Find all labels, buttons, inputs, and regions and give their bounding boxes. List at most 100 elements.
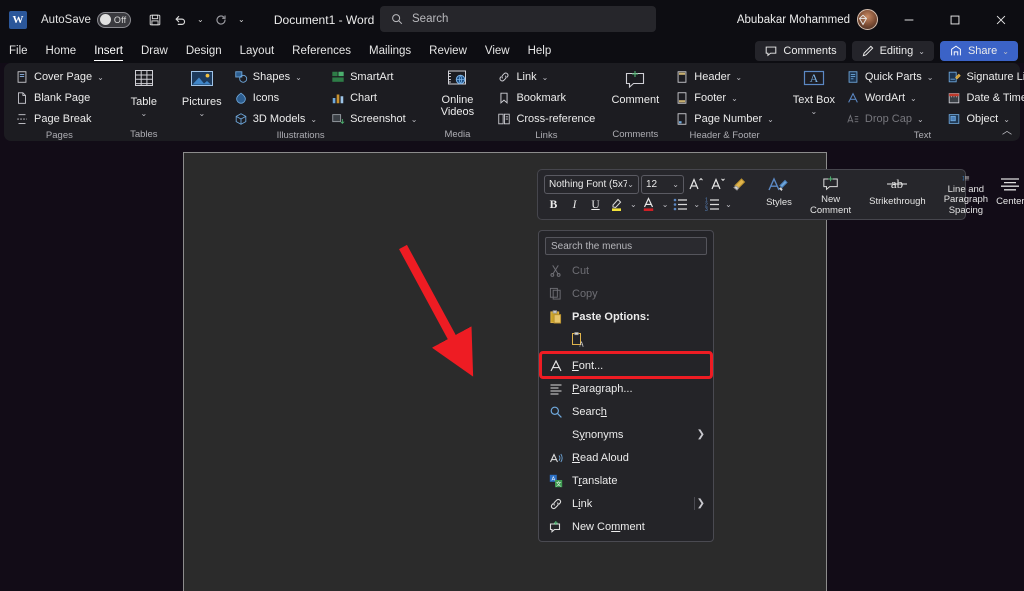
chart-button[interactable]: Chart <box>326 88 422 108</box>
highlight-color-icon[interactable] <box>607 195 628 214</box>
menu-item-read-aloud[interactable]: Read Aloud <box>539 446 713 469</box>
date-time-button[interactable]: Date & Time <box>942 88 1024 108</box>
tab-layout[interactable]: Layout <box>231 39 284 63</box>
chevron-down-icon: ⌄ <box>542 73 549 82</box>
undo-chevron-down-icon[interactable]: ⌄ <box>194 9 207 31</box>
format-painter-icon[interactable] <box>730 175 750 194</box>
font-name-combo[interactable]: Nothing Font (5x7) ⌄ <box>544 175 639 194</box>
header-button[interactable]: Header ⌄ <box>670 67 779 87</box>
menu-item-synonyms[interactable]: Synonyms ❯ <box>539 423 713 446</box>
chevron-down-icon: ⌄ <box>735 73 742 82</box>
page-break-button[interactable]: Page Break <box>10 109 109 129</box>
tab-review[interactable]: Review <box>420 39 476 63</box>
menu-search-input[interactable]: Search the menus <box>545 237 707 255</box>
pictures-button[interactable]: Pictures ⌄ <box>179 67 225 120</box>
tab-help[interactable]: Help <box>519 39 561 63</box>
blank-page-button[interactable]: Blank Page <box>10 88 109 108</box>
strikethrough-label: Strikethrough <box>869 197 926 208</box>
smartart-button[interactable]: SmartArt <box>326 67 422 87</box>
center-align-button[interactable]: Center <box>992 173 1024 216</box>
menu-item-translate[interactable]: A文 Translate <box>539 469 713 492</box>
chevron-down-icon: ⌄ <box>295 73 302 82</box>
redo-icon[interactable] <box>210 9 232 31</box>
tab-insert[interactable]: Insert <box>85 39 132 63</box>
shapes-button[interactable]: Shapes ⌄ <box>229 67 322 87</box>
tab-references[interactable]: References <box>283 39 360 63</box>
minimize-button[interactable] <box>886 0 932 39</box>
document-title[interactable]: Document1 - Word <box>274 13 374 27</box>
tab-mailings[interactable]: Mailings <box>360 39 420 63</box>
drop-cap-label: Drop Cap <box>865 113 912 125</box>
chevron-down-icon[interactable]: ⌄ <box>662 200 669 209</box>
cross-reference-button[interactable]: Cross-reference <box>492 109 600 129</box>
drop-cap-button: Drop Cap ⌄ <box>841 109 939 129</box>
styles-button[interactable]: Styles <box>762 173 796 216</box>
share-icon <box>949 44 963 58</box>
tab-file[interactable]: File <box>0 39 37 63</box>
tab-home[interactable]: Home <box>37 39 86 63</box>
icons-button[interactable]: Icons <box>229 88 322 108</box>
text-box-button[interactable]: A Text Box ⌄ <box>791 67 837 118</box>
customize-qat-icon[interactable]: ⌄ <box>235 9 248 31</box>
menu-item-new-comment[interactable]: New Comment <box>539 515 713 538</box>
tab-view[interactable]: View <box>476 39 519 63</box>
autosave-control[interactable]: AutoSave Off <box>41 12 131 28</box>
menu-item-translate-label: Translate <box>572 475 705 487</box>
wordart-button[interactable]: WordArt ⌄ <box>841 88 939 108</box>
maximize-button[interactable] <box>932 0 978 39</box>
group-name-tables: Tables <box>121 128 167 141</box>
collapse-ribbon-icon[interactable]: ︿ <box>1002 122 1012 137</box>
footer-button[interactable]: Footer ⌄ <box>670 88 779 108</box>
table-button[interactable]: Table ⌄ <box>121 67 167 120</box>
bookmark-button[interactable]: Bookmark <box>492 88 600 108</box>
group-name-illustrations: Illustrations <box>179 129 423 142</box>
chevron-down-icon[interactable]: ⌄ <box>725 200 732 209</box>
comment-button[interactable]: Comment <box>612 67 658 106</box>
group-name-links: Links <box>492 129 600 142</box>
italic-button[interactable]: I <box>565 195 584 214</box>
menu-item-link[interactable]: Link ❯ <box>539 492 713 515</box>
footer-label: Footer <box>694 92 726 104</box>
tab-draw[interactable]: Draw <box>132 39 177 63</box>
chevron-down-icon[interactable]: ⌄ <box>630 200 637 209</box>
diamond-icon[interactable] <box>840 0 886 39</box>
underline-button[interactable]: U <box>586 195 605 214</box>
menu-item-search[interactable]: Search <box>539 400 713 423</box>
shapes-label: Shapes <box>253 71 290 83</box>
font-size-combo[interactable]: 12 ⌄ <box>641 175 684 194</box>
bullets-icon[interactable] <box>670 195 691 214</box>
undo-icon[interactable] <box>169 9 191 31</box>
close-button[interactable] <box>978 0 1024 39</box>
search-box[interactable]: Search <box>380 6 656 32</box>
save-icon[interactable] <box>144 9 166 31</box>
font-color-icon[interactable] <box>639 195 660 214</box>
chevron-down-icon[interactable]: ⌄ <box>693 200 700 209</box>
page-number-button[interactable]: Page Number ⌄ <box>670 109 779 129</box>
3d-models-button[interactable]: 3D Models ⌄ <box>229 109 322 129</box>
numbering-icon[interactable]: 123 <box>702 195 723 214</box>
new-comment-button[interactable]: New Comment <box>806 173 855 216</box>
menu-item-paragraph[interactable]: Paragraph... <box>539 377 713 400</box>
grow-font-icon[interactable] <box>686 175 706 194</box>
copy-icon <box>548 286 563 301</box>
signature-line-button[interactable]: Signature Line ⌄ <box>942 67 1024 87</box>
online-videos-button[interactable]: Online Videos <box>434 67 480 118</box>
menu-item-font[interactable]: Font... <box>539 354 713 377</box>
signature-line-label: Signature Line <box>966 71 1024 83</box>
screenshot-button[interactable]: Screenshot ⌄ <box>326 109 422 129</box>
shrink-font-icon[interactable] <box>708 175 728 194</box>
tab-design[interactable]: Design <box>177 39 231 63</box>
center-label: Center <box>996 197 1024 208</box>
quick-parts-button[interactable]: Quick Parts ⌄ <box>841 67 939 87</box>
cover-page-button[interactable]: Cover Page ⌄ <box>10 67 109 87</box>
comments-button[interactable]: Comments <box>755 41 845 61</box>
share-button[interactable]: Share ⌄ <box>940 41 1018 61</box>
autosave-toggle[interactable]: Off <box>97 12 131 28</box>
bold-button[interactable]: B <box>544 195 563 214</box>
link-button[interactable]: Link ⌄ <box>492 67 600 87</box>
line-paragraph-spacing-button[interactable]: Line and Paragraph Spacing <box>940 173 992 216</box>
keep-text-only-icon[interactable]: A <box>571 332 586 351</box>
ribbon-group-header-footer: Header ⌄ Footer ⌄ Page Number ⌄ Heade <box>664 63 785 141</box>
editing-button[interactable]: Editing ⌄ <box>852 41 934 61</box>
strikethrough-button[interactable]: ab Strikethrough <box>865 173 930 216</box>
